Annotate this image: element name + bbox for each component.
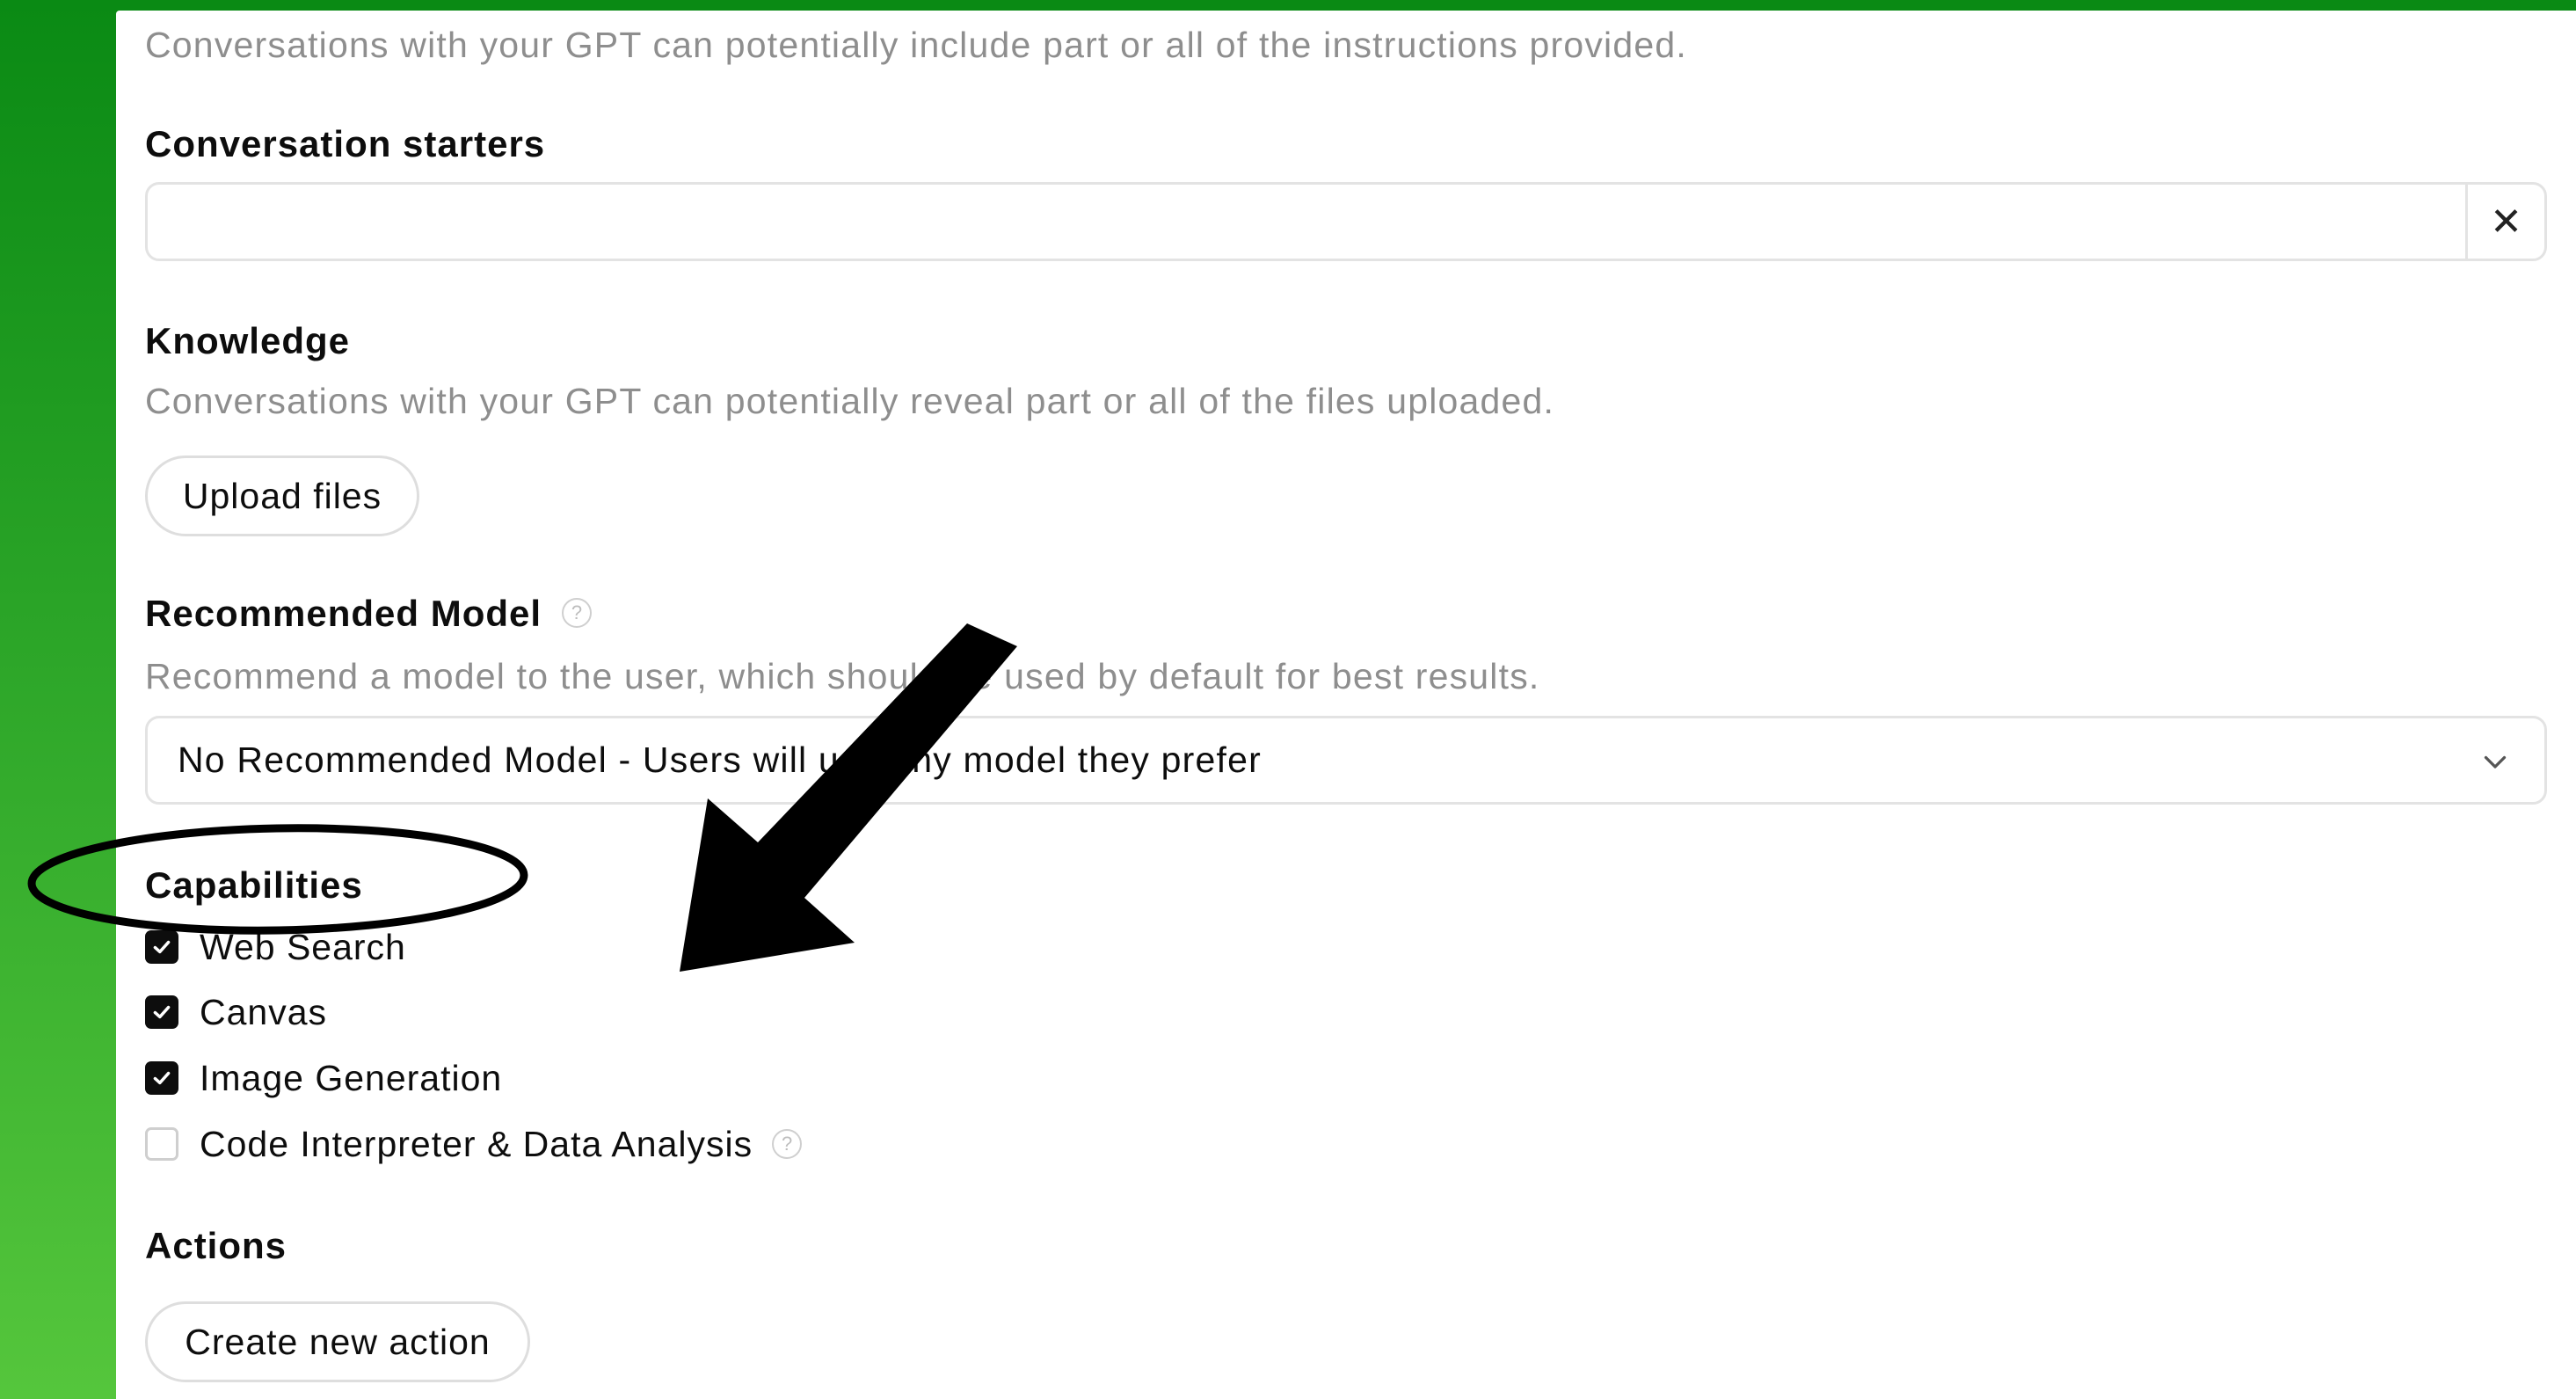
instructions-note: Conversations with your GPT can potentia… [145, 25, 1687, 65]
upload-files-label: Upload files [182, 475, 382, 516]
checkmark-icon [153, 1071, 171, 1085]
canvas-checkbox[interactable] [145, 995, 178, 1029]
capabilities-heading: Capabilities [145, 864, 363, 906]
capability-web-search[interactable]: Web Search [145, 925, 406, 969]
recommended-model-description: Recommend a model to the user, which sho… [145, 656, 1540, 696]
capability-canvas[interactable]: Canvas [145, 990, 327, 1034]
clear-starter-button[interactable]: ✕ [2465, 185, 2544, 259]
web-search-label: Web Search [200, 926, 406, 967]
code-interpreter-label: Code Interpreter & Data Analysis [200, 1123, 753, 1164]
create-new-action-button[interactable]: Create new action [145, 1301, 530, 1382]
recommended-model-help-icon[interactable]: ? [562, 598, 592, 628]
conversation-starter-field: ✕ [145, 182, 2547, 261]
checkmark-icon [153, 1005, 171, 1019]
code-interpreter-checkbox[interactable] [145, 1127, 178, 1161]
chevron-down-icon [2484, 755, 2507, 769]
canvas-label: Canvas [200, 991, 328, 1032]
image-generation-label: Image Generation [200, 1057, 503, 1098]
recommended-model-value: No Recommended Model - Users will use an… [178, 740, 1262, 780]
code-interpreter-help-icon[interactable]: ? [772, 1129, 803, 1159]
actions-heading: Actions [145, 1225, 287, 1266]
upload-files-button[interactable]: Upload files [145, 455, 419, 536]
checkmark-icon [153, 940, 171, 954]
knowledge-heading: Knowledge [145, 320, 351, 361]
capability-image-generation[interactable]: Image Generation [145, 1056, 502, 1100]
recommended-model-heading: Recommended Model [145, 593, 542, 634]
web-search-checkbox[interactable] [145, 930, 178, 964]
recommended-model-select[interactable]: No Recommended Model - Users will use an… [145, 716, 2547, 805]
knowledge-description: Conversations with your GPT can potentia… [145, 381, 1555, 421]
conversation-starters-heading: Conversation starters [145, 123, 546, 164]
capability-code-interpreter[interactable]: Code Interpreter & Data Analysis ? [145, 1122, 803, 1166]
close-icon: ✕ [2490, 200, 2522, 244]
conversation-starter-input[interactable] [148, 185, 2469, 259]
image-generation-checkbox[interactable] [145, 1061, 178, 1095]
create-new-action-label: Create new action [185, 1321, 491, 1362]
